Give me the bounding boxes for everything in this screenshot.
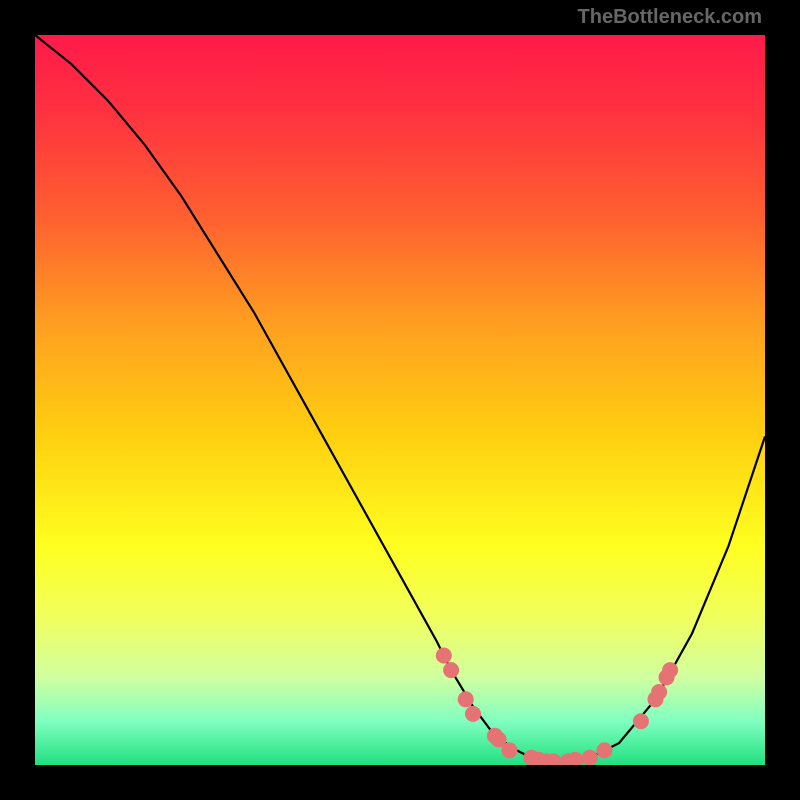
watermark-text: TheBottleneck.com xyxy=(578,6,762,29)
highlight-dot xyxy=(596,742,612,758)
highlight-dot xyxy=(465,706,481,722)
highlight-dot xyxy=(662,662,678,678)
highlight-dots xyxy=(436,648,678,766)
highlight-dot xyxy=(582,750,598,765)
chart-overlay xyxy=(35,35,765,765)
chart-container: TheBottleneck.com xyxy=(0,0,800,800)
highlight-dot xyxy=(443,662,459,678)
highlight-dot xyxy=(502,742,518,758)
plot-area xyxy=(35,35,765,765)
highlight-dot xyxy=(651,684,667,700)
highlight-dot xyxy=(633,713,649,729)
highlight-dot xyxy=(436,648,452,664)
highlight-dot xyxy=(458,691,474,707)
bottleneck-curve xyxy=(35,35,765,761)
